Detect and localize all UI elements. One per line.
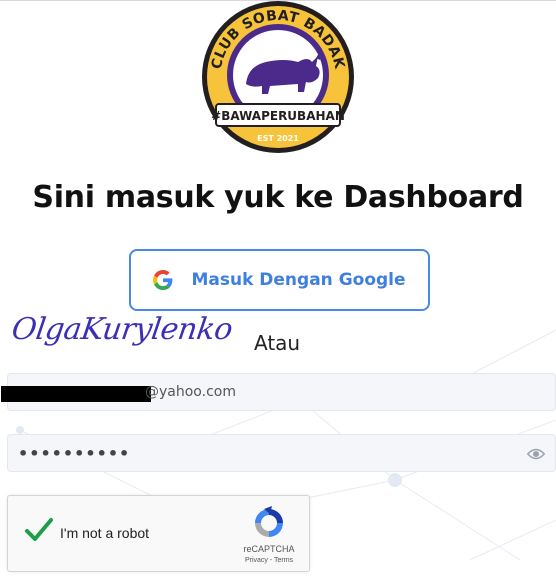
recaptcha-label: I'm not a robot [60, 525, 150, 541]
recaptcha-widget: I'm not a robot reCAPTCHA Privacy - Term… [7, 495, 310, 572]
signature-watermark: OlgaKurylenko [9, 312, 235, 347]
divider-text: Atau [254, 331, 301, 355]
google-g-icon [153, 270, 173, 290]
recaptcha-links: Privacy - Terms [230, 557, 308, 564]
checkmark-icon[interactable] [24, 516, 54, 544]
terms-link[interactable]: Terms [274, 557, 293, 564]
password-input[interactable] [8, 435, 555, 471]
google-signin-label: Masuk Dengan Google [191, 270, 406, 290]
email-visible-suffix: @yahoo.com [145, 384, 236, 400]
redaction-bar [1, 386, 151, 402]
privacy-link[interactable]: Privacy [245, 557, 268, 564]
page-title: Sini masuk yuk ke Dashboard [32, 180, 524, 215]
club-logo: CLUB SOBAT BADAK #BAWAPERUBAHAN EST 2021 [202, 1, 354, 153]
recaptcha-brand: reCAPTCHA [243, 544, 295, 554]
eye-icon[interactable] [527, 446, 545, 462]
logo-banner-text: #BAWAPERUBAHAN [211, 109, 345, 123]
password-field[interactable] [7, 434, 556, 472]
google-signin-button[interactable]: Masuk Dengan Google [129, 249, 430, 311]
recaptcha-logo-icon [255, 506, 283, 537]
email-field[interactable]: @yahoo.com [1, 373, 556, 411]
logo-est-text: EST 2021 [257, 134, 299, 143]
